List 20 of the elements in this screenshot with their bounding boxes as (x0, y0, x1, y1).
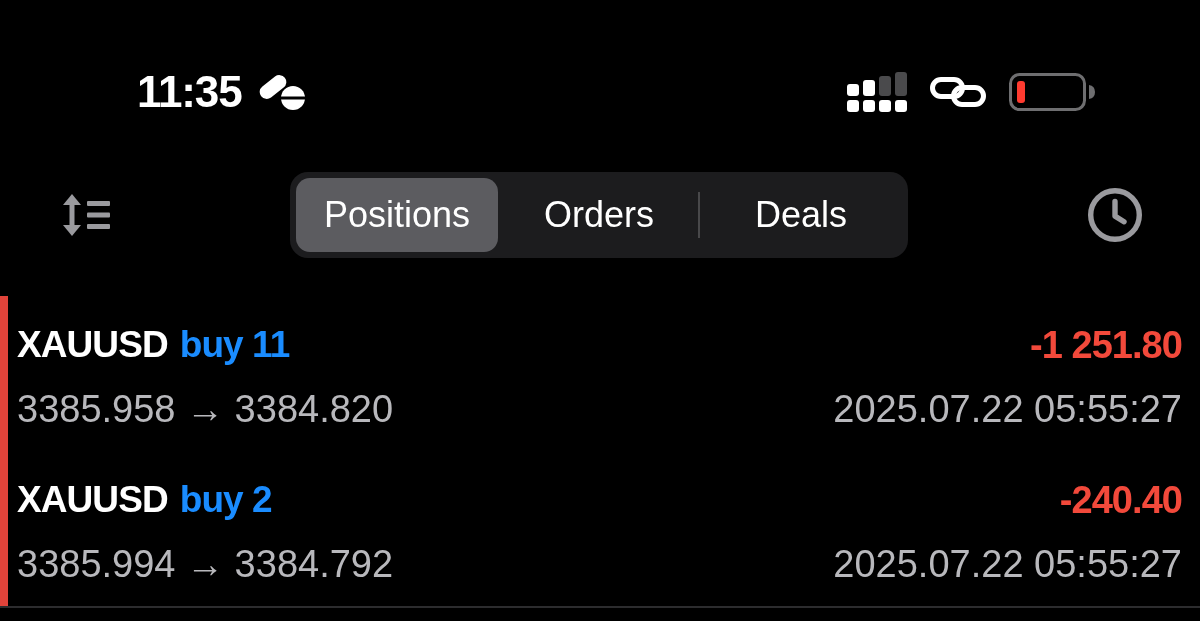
status-time: 11:35 (137, 66, 242, 118)
price-range-text: 3385.994 → 3384.792 (17, 542, 394, 586)
open-time-text: 2025.07.22 05:55:27 (833, 387, 1182, 431)
symbol-label: XAUUSD (17, 323, 168, 367)
symbol-label: XAUUSD (17, 478, 168, 522)
open-time-text: 2025.07.22 05:55:27 (833, 542, 1182, 586)
order-type-label: buy 11 (179, 323, 290, 367)
signal-icon (847, 72, 907, 112)
price-range-text: 3385.958 → 3384.820 (17, 387, 394, 431)
segment-tab[interactable]: Deals (700, 178, 902, 252)
link-icon (930, 77, 986, 107)
history-button[interactable] (1088, 188, 1142, 242)
pills-icon (257, 74, 306, 110)
sort-button[interactable] (62, 194, 110, 236)
segment-tab[interactable]: Orders (498, 178, 700, 252)
segment-tab[interactable]: Positions (296, 178, 498, 252)
battery-icon (1009, 73, 1095, 111)
order-type-label: buy 2 (179, 478, 272, 522)
profit-value: -240.40 (1059, 478, 1182, 522)
profit-value: -1 251.80 (1029, 323, 1182, 367)
